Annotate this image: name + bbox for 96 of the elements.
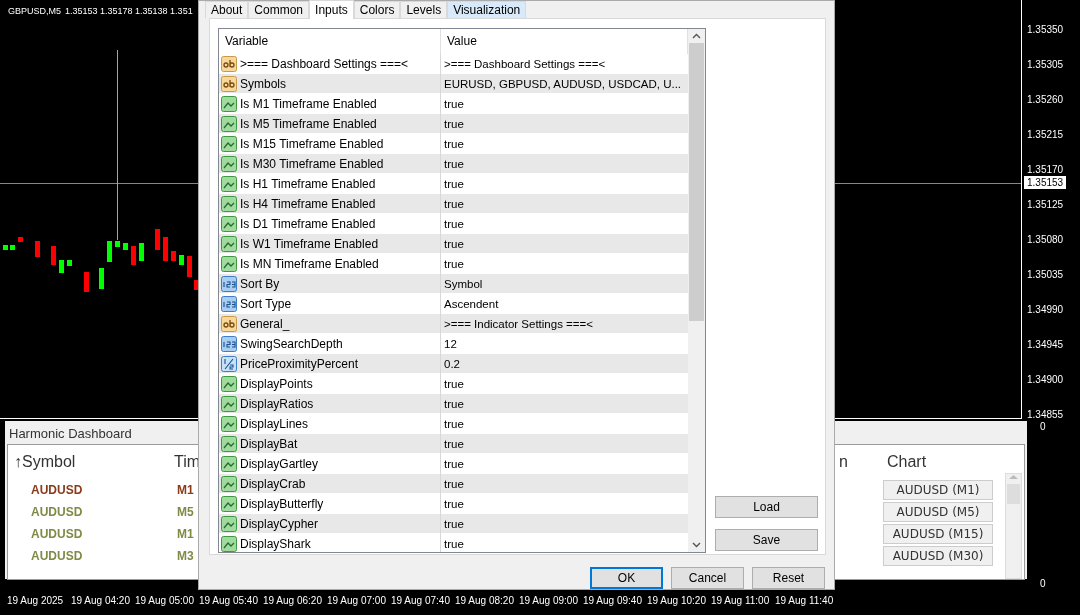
value-cell[interactable]: Ascendent: [441, 294, 688, 314]
value-cell[interactable]: true: [441, 194, 688, 214]
variable-cell: Is H4 Timeframe Enabled: [219, 194, 441, 214]
value-cell[interactable]: true: [441, 454, 688, 474]
dialog-button[interactable]: OK: [590, 567, 663, 589]
tab[interactable]: Levels: [400, 1, 448, 18]
dialog-button[interactable]: Reset: [752, 567, 825, 589]
time-label: 19 Aug 09:00: [519, 595, 579, 606]
price-label: 1.34990: [1027, 303, 1064, 316]
time-label: 19 Aug 04:20: [71, 595, 131, 606]
column-header[interactable]: Chart: [887, 451, 927, 473]
time-label: 19 Aug 05:00: [135, 595, 195, 606]
time-label: 19 Aug 07:00: [327, 595, 387, 606]
symbol-cell-text: AUDUSD: [31, 548, 83, 565]
time-label: 19 Aug 05:40: [199, 595, 259, 606]
indicator-axis-label: 0: [1040, 421, 1046, 432]
tab[interactable]: Common: [248, 1, 310, 18]
chart-quote: 1.35153 1.35178 1.35138 1.351: [65, 6, 193, 16]
tab[interactable]: Colors: [353, 1, 401, 18]
value-cell[interactable]: true: [441, 474, 688, 494]
tab[interactable]: About: [205, 1, 249, 18]
price-label: 1.35035: [1027, 268, 1064, 281]
value-cell[interactable]: true: [441, 374, 688, 394]
price-label: 1.34855: [1027, 408, 1064, 421]
variable-cell: Is M30 Timeframe Enabled: [219, 154, 441, 174]
open-chart-button[interactable]: AUDUSD (M5): [883, 502, 993, 522]
value-cell[interactable]: true: [441, 154, 688, 174]
timeframe-cell-text: M3: [177, 548, 194, 565]
time-label: 19 Aug 07:40: [391, 595, 451, 606]
value-cell[interactable]: EURUSD, GBPUSD, AUDUSD, USDCAD, U...: [441, 74, 688, 94]
time-label: 19 Aug 2025: [7, 595, 65, 606]
value-cell[interactable]: true: [441, 534, 688, 552]
value-cell[interactable]: true: [441, 94, 688, 114]
time-label: 19 Aug 10:20: [647, 595, 707, 606]
value-cell[interactable]: true: [441, 214, 688, 234]
open-chart-button[interactable]: AUDUSD (M30): [883, 546, 993, 566]
price-label: 1.34900: [1027, 373, 1064, 386]
variable-cell: Is W1 Timeframe Enabled: [219, 234, 441, 254]
value-cell[interactable]: true: [441, 174, 688, 194]
timeframe-cell-text: M1: [177, 526, 194, 543]
variable-cell: Sort By: [219, 274, 441, 294]
time-label: 19 Aug 09:40: [583, 595, 643, 606]
value-cell[interactable]: >=== Indicator Settings ===<: [441, 314, 688, 334]
value-cell[interactable]: >=== Dashboard Settings ===<: [441, 54, 688, 74]
value-cell[interactable]: true: [441, 494, 688, 514]
value-cell[interactable]: true: [441, 134, 688, 154]
time-label: 19 Aug 11:00: [711, 595, 771, 606]
indicator-axis-label: 0: [1040, 578, 1046, 589]
price-label: 1.35080: [1027, 233, 1064, 246]
column-header[interactable]: ↑Symbol: [14, 451, 76, 473]
value-cell[interactable]: 0.2: [441, 354, 688, 374]
value-cell[interactable]: true: [441, 414, 688, 434]
value-cell[interactable]: true: [441, 234, 688, 254]
value-cell[interactable]: true: [441, 394, 688, 414]
symbol-cell-text: AUDUSD: [31, 482, 83, 499]
variable-cell: DisplayCypher: [219, 514, 441, 534]
timeframe-cell-text: M5: [177, 504, 194, 521]
timeframe-cell-text: M1: [177, 482, 194, 499]
price-label: 1.35215: [1027, 128, 1064, 141]
column-header[interactable]: Variable: [219, 29, 441, 54]
time-label: 19 Aug 06:20: [263, 595, 323, 606]
symbol-cell-text: AUDUSD: [31, 504, 83, 521]
open-chart-button[interactable]: AUDUSD (M1): [883, 480, 993, 500]
time-label: 19 Aug 08:20: [455, 595, 515, 606]
variable-cell: General_: [219, 314, 441, 334]
price-label: 1.35350: [1027, 23, 1064, 36]
side-button[interactable]: Save: [715, 529, 818, 551]
price-label: 1.35260: [1027, 93, 1064, 106]
variable-cell: Is M5 Timeframe Enabled: [219, 114, 441, 134]
symbol-cell-text: AUDUSD: [31, 526, 83, 543]
value-cell[interactable]: true: [441, 514, 688, 534]
dialog-button[interactable]: Cancel: [671, 567, 744, 589]
open-chart-button[interactable]: AUDUSD (M15): [883, 524, 993, 544]
value-cell[interactable]: true: [441, 114, 688, 134]
value-cell[interactable]: true: [441, 434, 688, 454]
tab[interactable]: Inputs: [309, 0, 354, 19]
value-cell[interactable]: 12: [441, 334, 688, 354]
value-cell[interactable]: true: [441, 254, 688, 274]
price-label: 1.34945: [1027, 338, 1064, 351]
variable-cell: DisplayBat: [219, 434, 441, 454]
chart-symbol: GBPUSD,M5: [8, 6, 61, 16]
value-cell[interactable]: Symbol: [441, 274, 688, 294]
variable-cell: DisplayRatios: [219, 394, 441, 414]
current-price-label: 1.35153: [1024, 176, 1067, 189]
dashboard-title: Harmonic Dashboard: [8, 425, 133, 443]
column-header[interactable]: n: [839, 451, 848, 473]
variable-cell: PriceProximityPercent: [219, 354, 441, 374]
tab[interactable]: Visualization: [447, 1, 527, 18]
price-label: 1.35125: [1027, 198, 1064, 211]
variable-cell: Symbols: [219, 74, 441, 94]
time-label: 19 Aug 11:40: [775, 595, 835, 606]
side-button[interactable]: Load: [715, 496, 818, 518]
price-label: 1.35305: [1027, 58, 1064, 71]
variable-cell: DisplayShark: [219, 534, 441, 552]
price-label: 1.35170: [1027, 163, 1064, 176]
variable-cell: DisplayCrab: [219, 474, 441, 494]
